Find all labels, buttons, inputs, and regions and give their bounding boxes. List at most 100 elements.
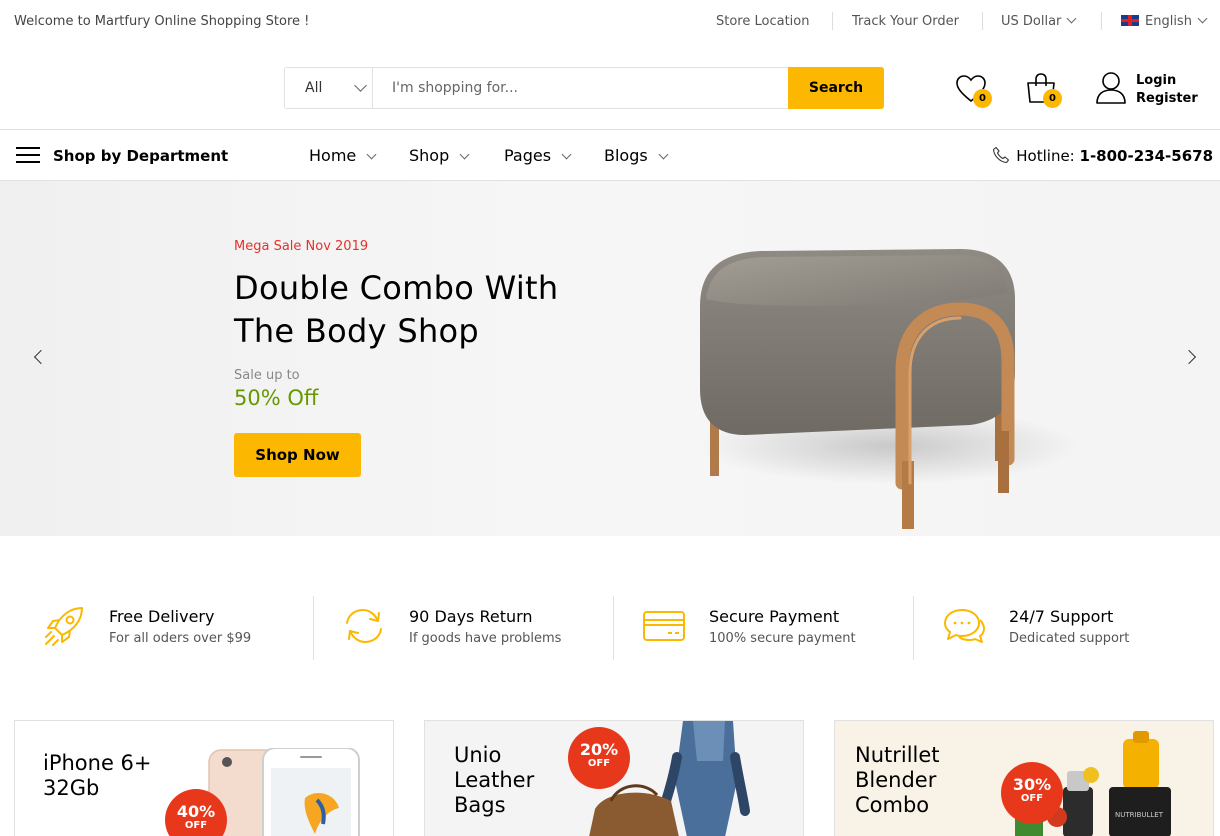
feature-90-days-return: 90 Days Return If goods have problems: [314, 596, 614, 660]
user-icon-wrap[interactable]: [1095, 71, 1127, 109]
iphone-product-image: [208, 748, 360, 836]
hero-title-line: Double Combo With: [234, 269, 559, 307]
promo-title: iPhone 6+ 32Gb: [43, 751, 152, 801]
carousel-next-arrow[interactable]: [1181, 349, 1197, 365]
credit-card-icon: [643, 611, 685, 641]
search-category-label: All: [305, 80, 323, 96]
chevron-down-icon: [366, 149, 377, 160]
shop-now-button[interactable]: Shop Now: [234, 433, 361, 477]
promo-title: Unio Leather Bags: [454, 743, 534, 818]
feature-free-delivery: Free Delivery For all oders over $99: [14, 596, 314, 660]
badge-off: OFF: [587, 758, 611, 769]
nav-item-home[interactable]: Home: [309, 146, 377, 165]
top-bar: Welcome to Martfury Online Shopping Stor…: [0, 0, 1220, 44]
hamburger-icon: [16, 146, 40, 163]
search-category-select[interactable]: All: [285, 68, 373, 108]
feature-title: 24/7 Support: [1009, 607, 1114, 626]
currency-selector[interactable]: US Dollar: [1001, 13, 1077, 29]
discount-badge: 30% OFF: [1001, 762, 1063, 824]
chevron-down-icon: [1197, 13, 1208, 24]
nav-label: Shop: [409, 146, 450, 165]
chevron-down-icon: [1066, 13, 1077, 24]
phone-icon: [993, 146, 1010, 164]
promo-title-line: Leather: [454, 768, 535, 792]
nav-item-blogs[interactable]: Blogs: [604, 146, 669, 165]
promo-title-line: 32Gb: [43, 776, 100, 800]
account-links: Login Register: [1136, 72, 1198, 108]
user-icon: [1096, 72, 1126, 104]
promo-title: Nutrillet Blender Combo: [855, 743, 940, 818]
promo-title-line: Unio: [454, 743, 502, 767]
feature-title: Secure Payment: [709, 607, 840, 626]
chat-icon: [944, 609, 985, 643]
search-bar: All Search: [284, 67, 884, 109]
refresh-icon: [346, 608, 382, 644]
shop-by-department-menu[interactable]: Shop by Department: [16, 146, 229, 165]
feature-secure-payment: Secure Payment 100% secure payment: [614, 596, 914, 660]
nav-label: Pages: [504, 146, 552, 165]
feature-desc: 100% secure payment: [709, 631, 856, 646]
badge-percent: 20%: [579, 740, 619, 759]
feature-desc: If goods have problems: [409, 631, 562, 646]
nav-item-pages[interactable]: Pages: [504, 146, 572, 165]
chevron-down-icon: [459, 149, 470, 160]
hero-title: Double Combo With The Body Shop: [234, 267, 654, 353]
divider: [832, 12, 833, 30]
language-label: English: [1145, 14, 1192, 29]
track-order-link[interactable]: Track Your Order: [852, 14, 959, 29]
promo-title-line: iPhone 6+: [43, 751, 152, 775]
cart-count-badge: 0: [1043, 89, 1062, 108]
hero-sale-label: Sale up to: [234, 368, 300, 383]
chevron-down-icon: [354, 79, 367, 92]
discount-badge: 20% OFF: [568, 727, 630, 789]
wishlist-count-badge: 0: [973, 89, 992, 108]
chevron-down-icon: [561, 149, 572, 160]
rocket-icon: [45, 607, 83, 646]
login-link[interactable]: Login: [1136, 72, 1198, 90]
register-link[interactable]: Register: [1136, 90, 1198, 108]
hero-title-line: The Body Shop: [234, 312, 480, 350]
hero-banner: Mega Sale Nov 2019 Double Combo With The …: [0, 181, 1220, 536]
blender-brand-text: NUTRIBULLET: [1115, 811, 1164, 819]
hotline-label: Hotline:: [1016, 147, 1075, 165]
cart-button[interactable]: 0: [1025, 72, 1065, 108]
promo-title-line: Combo: [855, 793, 930, 817]
feature-desc: Dedicated support: [1009, 631, 1130, 646]
carousel-prev-arrow[interactable]: [33, 349, 49, 365]
search-input[interactable]: [374, 68, 788, 108]
promo-title-line: Nutrillet: [855, 743, 940, 767]
hotline: Hotline: 1-800-234-5678: [992, 146, 1213, 165]
divider: [1101, 12, 1102, 30]
badge-percent: 40%: [176, 802, 216, 821]
hero-discount: 50% Off: [234, 386, 319, 410]
chevron-down-icon: [658, 149, 669, 160]
promo-card-leather-bags[interactable]: Unio Leather Bags 20% OFF: [424, 720, 804, 836]
nav-label: Home: [309, 146, 357, 165]
promo-title-line: Blender: [855, 768, 937, 792]
divider: [982, 12, 983, 30]
department-label: Shop by Department: [53, 147, 229, 165]
main-nav: Shop by Department Home Shop Pages Blogs…: [0, 129, 1220, 181]
feature-title: 90 Days Return: [409, 607, 533, 626]
ottoman-product-image: [700, 249, 1080, 529]
feature-desc: For all oders over $99: [109, 631, 252, 646]
nav-item-shop[interactable]: Shop: [409, 146, 470, 165]
feature-title: Free Delivery: [109, 607, 215, 626]
nav-label: Blogs: [604, 146, 648, 165]
badge-off: OFF: [184, 820, 208, 831]
wishlist-button[interactable]: 0: [955, 74, 992, 108]
badge-off: OFF: [1020, 793, 1044, 804]
feature-support: 24/7 Support Dedicated support: [914, 596, 1214, 660]
uk-flag-icon: [1121, 15, 1139, 26]
promo-card-iphone[interactable]: iPhone 6+ 32Gb 40% OFF: [14, 720, 394, 836]
language-selector[interactable]: English: [1121, 13, 1208, 29]
currency-label: US Dollar: [1001, 14, 1062, 29]
badge-percent: 30%: [1012, 775, 1052, 794]
promo-card-blender-combo[interactable]: Nutrillet Blender Combo NUTRIBULLET 30% OFF: [834, 720, 1214, 836]
store-location-link[interactable]: Store Location: [716, 14, 809, 29]
hero-subtitle: Mega Sale Nov 2019: [234, 239, 369, 254]
hotline-number[interactable]: 1-800-234-5678: [1080, 147, 1213, 165]
promo-title-line: Bags: [454, 793, 506, 817]
search-button[interactable]: Search: [788, 67, 884, 109]
welcome-message: Welcome to Martfury Online Shopping Stor…: [14, 14, 310, 29]
